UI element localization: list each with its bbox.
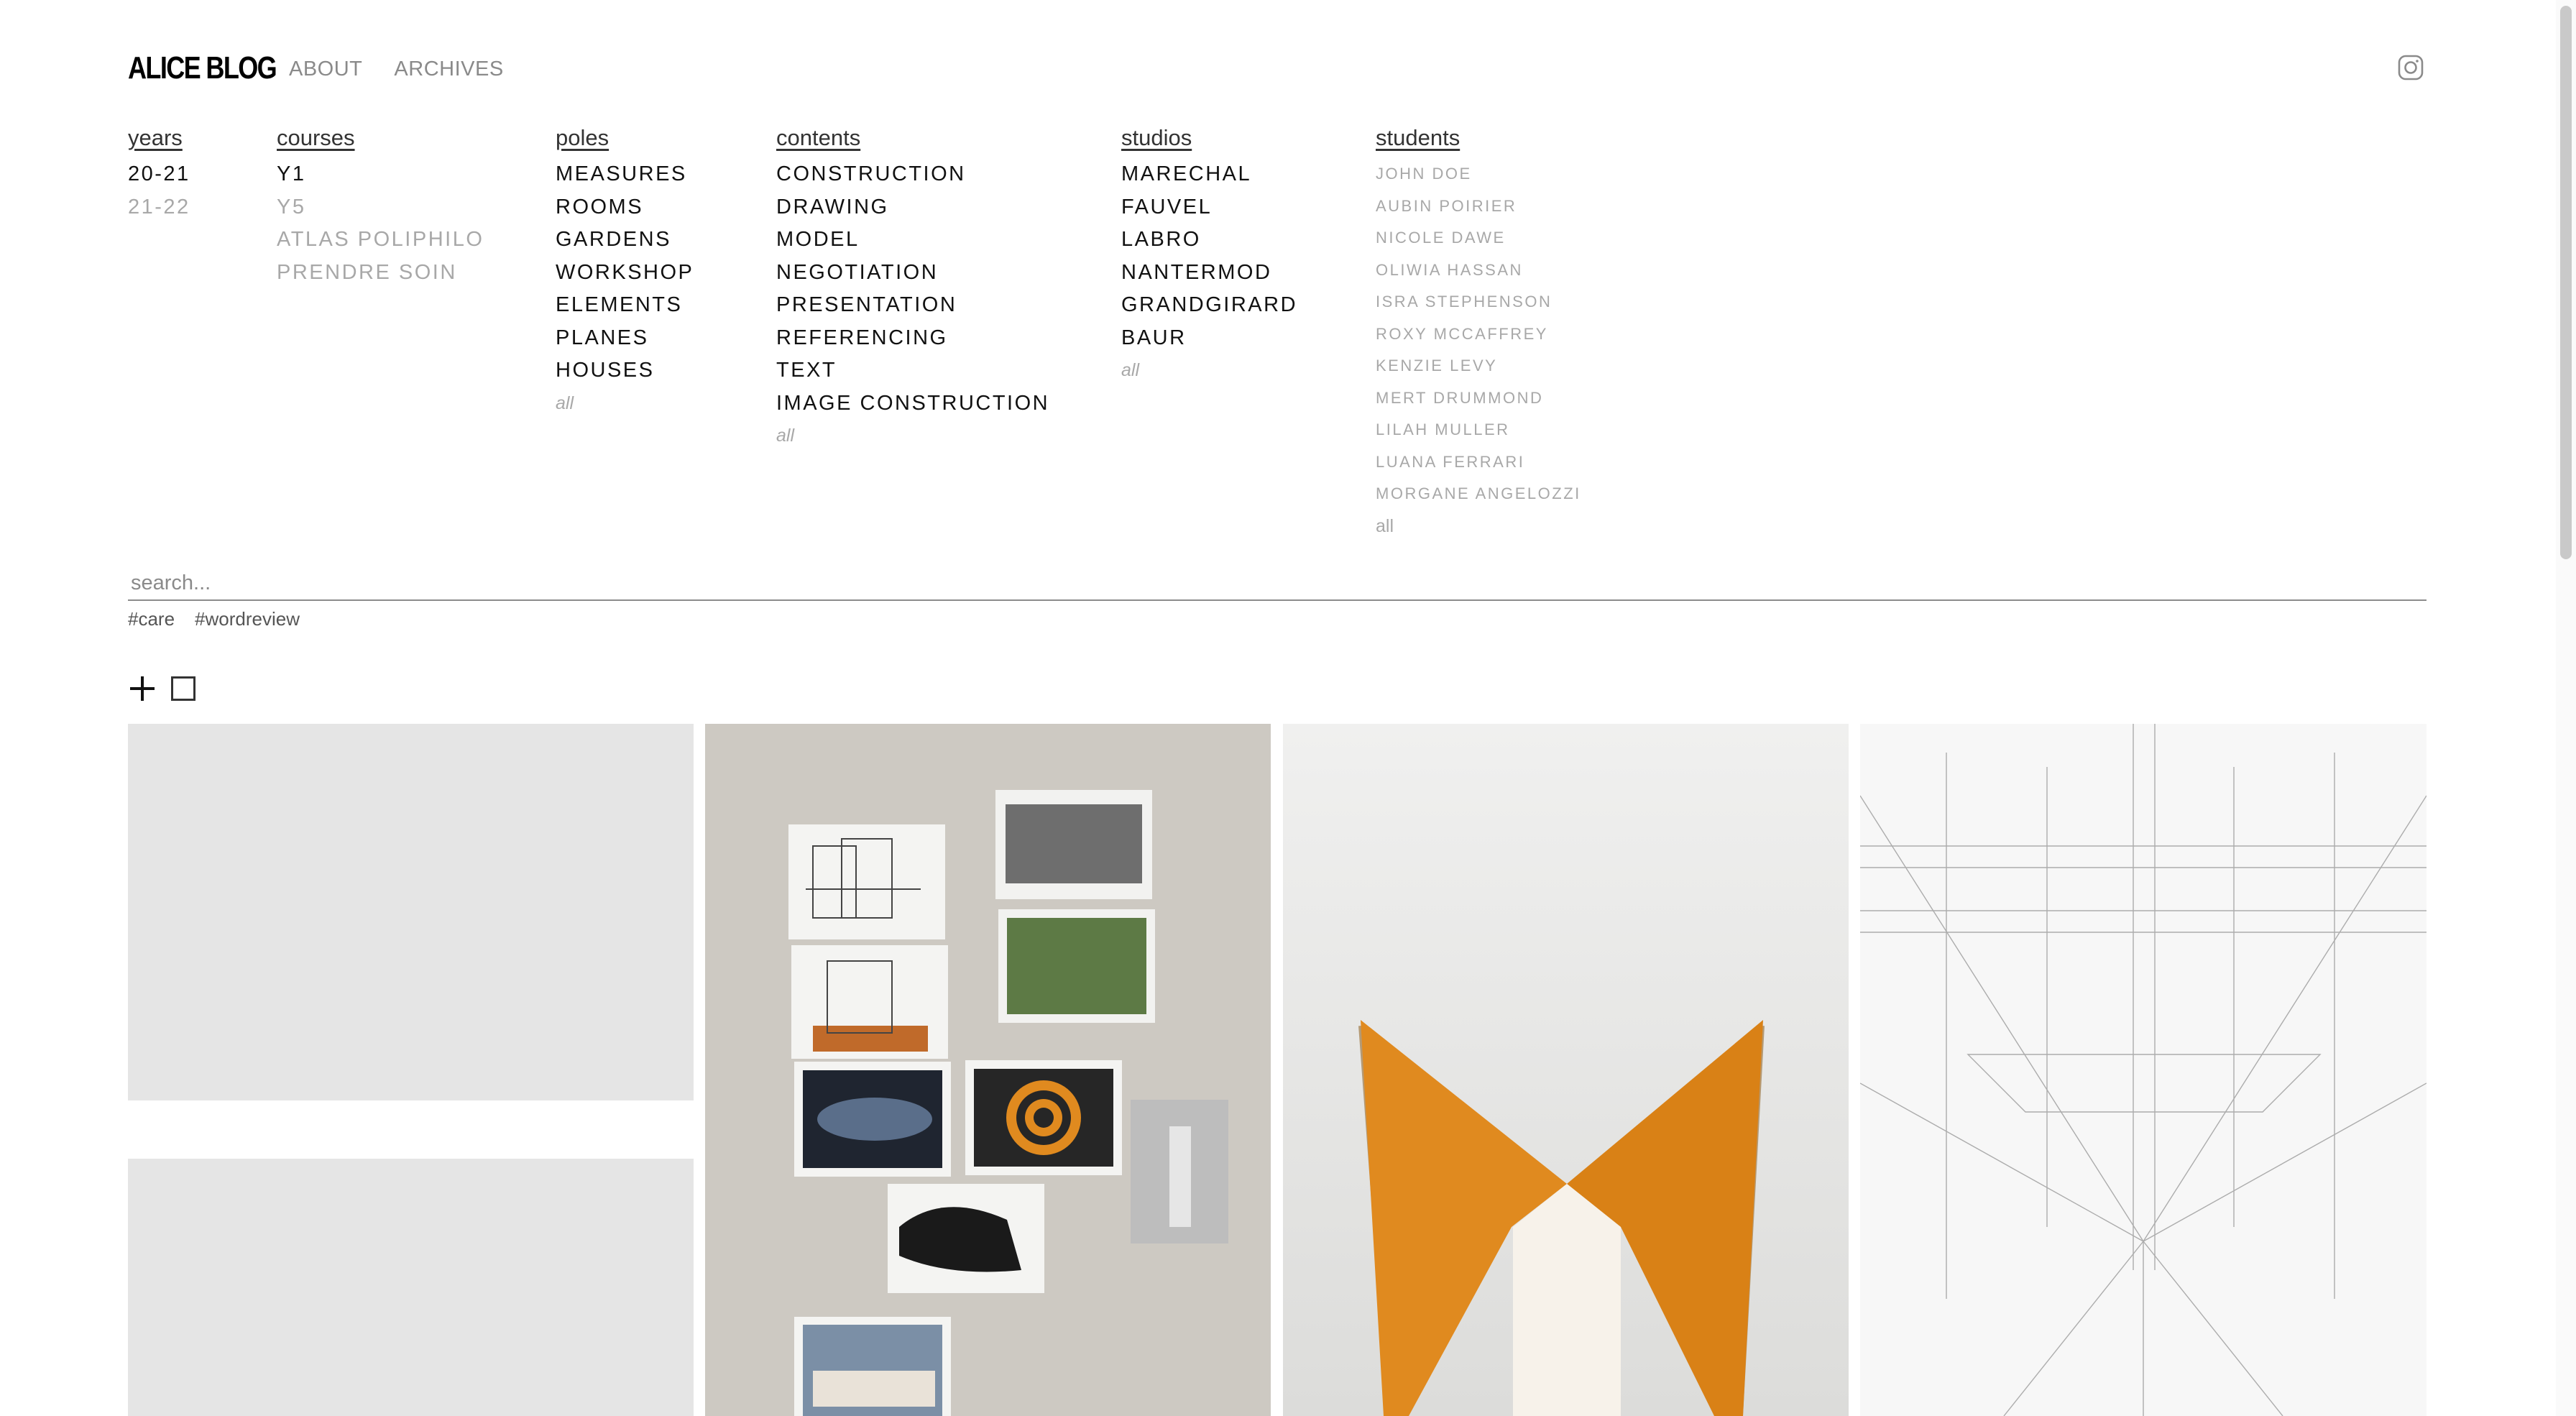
filter-heading-contents[interactable]: contents xyxy=(776,125,1049,151)
drawing-image xyxy=(1860,724,2426,1416)
filter-studios: studios MARECHAL FAUVEL LABRO NANTERMOD … xyxy=(1121,125,1297,381)
filter-heading-poles[interactable]: poles xyxy=(556,125,694,151)
student-option[interactable]: NICOLE DAWE xyxy=(1376,225,1581,257)
post-thumbnail-placeholder[interactable] xyxy=(128,724,694,1100)
content-option[interactable]: NEGOTIATION xyxy=(776,259,1049,293)
post-thumbnail-placeholder[interactable] xyxy=(128,1159,694,1416)
course-option[interactable]: ATLAS POLIPHILO xyxy=(277,226,484,259)
tag-link[interactable]: #wordreview xyxy=(195,608,300,630)
poles-all-link[interactable]: all xyxy=(556,393,694,414)
student-option[interactable]: JOHN DOE xyxy=(1376,161,1581,193)
studio-option[interactable]: LABRO xyxy=(1121,226,1297,259)
contents-all-link[interactable]: all xyxy=(776,426,1049,446)
studio-option[interactable]: NANTERMOD xyxy=(1121,259,1297,293)
studio-option[interactable]: BAUR xyxy=(1121,325,1297,358)
scrollbar-thumb[interactable] xyxy=(2560,6,2572,559)
student-option[interactable]: ROXY MCCAFFREY xyxy=(1376,321,1581,354)
students-all-link[interactable]: all xyxy=(1376,516,1581,537)
post-thumbnail-pinboard[interactable] xyxy=(705,724,1271,1416)
content-option[interactable]: REFERENCING xyxy=(776,325,1049,358)
course-option[interactable]: PRENDRE SOIN xyxy=(277,259,484,293)
pole-option[interactable]: WORKSHOP xyxy=(556,259,694,293)
square-icon[interactable] xyxy=(171,676,196,701)
nav-about[interactable]: ABOUT xyxy=(289,58,362,81)
student-option[interactable]: MERT DRUMMOND xyxy=(1376,385,1581,418)
filter-poles: poles MEASURES ROOMS GARDENS WORKSHOP EL… xyxy=(556,125,694,414)
filter-heading-studios[interactable]: studios xyxy=(1121,125,1297,151)
course-option[interactable]: Y1 xyxy=(277,161,484,194)
tag-link[interactable]: #care xyxy=(128,608,175,630)
content-option[interactable]: TEXT xyxy=(776,357,1049,390)
student-option[interactable]: MORGANE ANGELOZZI xyxy=(1376,481,1581,513)
course-option[interactable]: Y5 xyxy=(277,194,484,227)
studio-option[interactable]: FAUVEL xyxy=(1121,194,1297,227)
student-option[interactable]: OLIWIA HASSAN xyxy=(1376,257,1581,290)
pinboard-image xyxy=(705,724,1271,1416)
filter-students: students JOHN DOE AUBIN POIRIER NICOLE D… xyxy=(1376,125,1581,537)
top-nav: ABOUT ARCHIVES xyxy=(289,58,504,81)
search-input[interactable] xyxy=(128,566,2426,601)
content-option[interactable]: PRESENTATION xyxy=(776,292,1049,325)
filter-heading-courses[interactable]: courses xyxy=(277,125,484,151)
year-option[interactable]: 21-22 xyxy=(128,194,190,227)
student-option[interactable]: ISRA STEPHENSON xyxy=(1376,289,1581,321)
student-option[interactable]: AUBIN POIRIER xyxy=(1376,193,1581,226)
content-option[interactable]: DRAWING xyxy=(776,194,1049,227)
filter-years: years 20-21 21-22 xyxy=(128,125,190,226)
filter-contents: contents CONSTRUCTION DRAWING MODEL NEGO… xyxy=(776,125,1049,446)
view-toggle xyxy=(128,674,196,703)
page: ALICE BLOG ABOUT ARCHIVES years 20-21 21… xyxy=(0,0,2576,1416)
studio-option[interactable]: GRANDGIRARD xyxy=(1121,292,1297,325)
content-option[interactable]: MODEL xyxy=(776,226,1049,259)
studio-option[interactable]: MARECHAL xyxy=(1121,161,1297,194)
pole-option[interactable]: ELEMENTS xyxy=(556,292,694,325)
student-option[interactable]: KENZIE LEVY xyxy=(1376,353,1581,385)
site-logo[interactable]: ALICE BLOG xyxy=(128,50,277,86)
nav-archives[interactable]: ARCHIVES xyxy=(394,58,503,81)
content-option[interactable]: CONSTRUCTION xyxy=(776,161,1049,194)
pole-option[interactable]: GARDENS xyxy=(556,226,694,259)
pole-option[interactable]: PLANES xyxy=(556,325,694,358)
plus-icon[interactable] xyxy=(128,674,157,703)
pole-option[interactable]: MEASURES xyxy=(556,161,694,194)
post-thumbnail-drawing[interactable] xyxy=(1860,724,2426,1416)
pole-option[interactable]: HOUSES xyxy=(556,357,694,390)
filter-heading-students[interactable]: students xyxy=(1376,125,1581,151)
pole-option[interactable]: ROOMS xyxy=(556,194,694,227)
instagram-icon[interactable] xyxy=(2398,55,2424,81)
tag-list: #care #wordreview xyxy=(128,608,300,630)
year-option[interactable]: 20-21 xyxy=(128,161,190,194)
studios-all-link[interactable]: all xyxy=(1121,360,1297,381)
content-option[interactable]: IMAGE CONSTRUCTION xyxy=(776,390,1049,423)
filter-courses: courses Y1 Y5 ATLAS POLIPHILO PRENDRE SO… xyxy=(277,125,484,292)
sculpture-image xyxy=(1283,724,1849,1416)
student-option[interactable]: LUANA FERRARI xyxy=(1376,449,1581,482)
filter-heading-years[interactable]: years xyxy=(128,125,190,151)
student-option[interactable]: LILAH MULLER xyxy=(1376,417,1581,449)
post-thumbnail-sculpture[interactable] xyxy=(1283,724,1849,1416)
